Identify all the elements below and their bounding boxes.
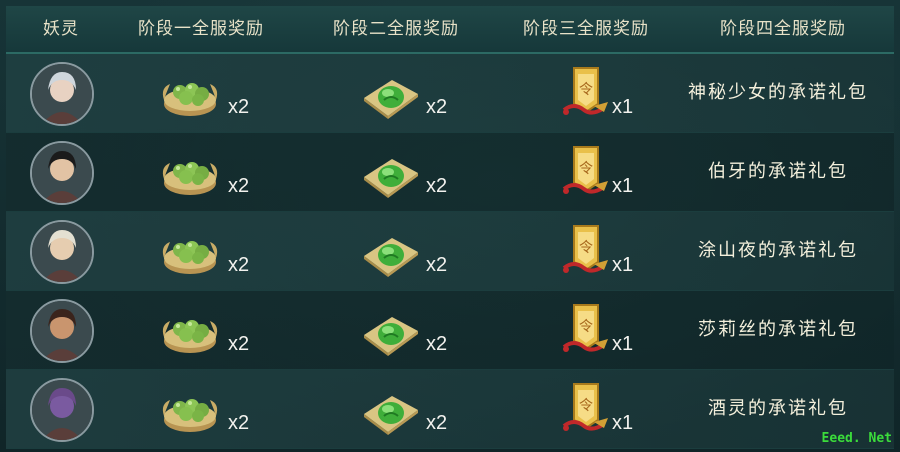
- stage3-quantity: x1: [612, 333, 634, 355]
- stage4-gift-name: 伯牙的承诺礼包: [708, 161, 848, 182]
- green-jade-plate-icon: [364, 396, 418, 435]
- green-dumplings-basket-icon: [162, 399, 218, 432]
- stage1-quantity: x2: [228, 333, 250, 355]
- stage2-reward[interactable]: [358, 143, 422, 203]
- green-jade-plate-icon: [364, 80, 418, 119]
- svg-text:令: 令: [579, 240, 593, 256]
- header-stage4: 阶段四全服奖励: [720, 19, 846, 39]
- stage3-quantity: x1: [612, 412, 634, 434]
- stage3-reward[interactable]: 令: [554, 380, 618, 440]
- stage2-reward[interactable]: [358, 380, 422, 440]
- stage2-quantity: x2: [426, 412, 448, 434]
- watermark: Eeed. Net: [821, 431, 892, 446]
- stage3-quantity: x1: [612, 254, 634, 276]
- golden-token-icon: 令: [562, 146, 608, 194]
- stage1-quantity: x2: [228, 175, 250, 197]
- table-row: x2 x2 令 x1 涂山夜的承诺礼包: [6, 212, 894, 291]
- avatar[interactable]: [30, 62, 94, 126]
- stage2-reward[interactable]: [358, 301, 422, 361]
- avatar[interactable]: [30, 378, 94, 442]
- stage3-reward[interactable]: 令: [554, 301, 618, 361]
- stage3-reward[interactable]: 令: [554, 143, 618, 203]
- stage2-quantity: x2: [426, 254, 448, 276]
- stage1-quantity: x2: [228, 254, 250, 276]
- stage2-quantity: x2: [426, 96, 448, 118]
- stage2-reward[interactable]: [358, 64, 422, 124]
- stage4-gift-name: 莎莉丝的承诺礼包: [698, 319, 858, 340]
- black-hair-man-avatar: [32, 143, 92, 203]
- reward-table: 妖灵 阶段一全服奖励 阶段二全服奖励 阶段三全服奖励 阶段四全服奖励 x2 x2…: [0, 0, 900, 452]
- green-jade-plate-icon: [364, 159, 418, 198]
- table-header: 妖灵 阶段一全服奖励 阶段二全服奖励 阶段三全服奖励 阶段四全服奖励: [6, 6, 894, 54]
- header-spirit: 妖灵: [43, 19, 79, 39]
- golden-token-icon: 令: [562, 304, 608, 352]
- svg-text:令: 令: [579, 398, 593, 414]
- header-stage1: 阶段一全服奖励: [138, 19, 264, 39]
- avatar[interactable]: [30, 141, 94, 205]
- stage4-gift-name: 涂山夜的承诺礼包: [698, 240, 858, 261]
- green-jade-plate-icon: [364, 238, 418, 277]
- stage1-quantity: x2: [228, 412, 250, 434]
- stage1-reward[interactable]: [158, 380, 222, 440]
- table-row: x2 x2 令 x1 酒灵的承诺礼包: [6, 370, 894, 449]
- header-stage2: 阶段二全服奖励: [333, 19, 459, 39]
- green-dumplings-basket-icon: [162, 241, 218, 274]
- stage1-reward[interactable]: [158, 301, 222, 361]
- stage1-reward[interactable]: [158, 222, 222, 282]
- stage1-reward[interactable]: [158, 143, 222, 203]
- svg-text:令: 令: [579, 161, 593, 177]
- table-row: x2 x2 令 x1 神秘少女的承诺礼包: [6, 54, 894, 133]
- stage1-reward[interactable]: [158, 64, 222, 124]
- stage2-quantity: x2: [426, 175, 448, 197]
- table-row: x2 x2 令 x1 莎莉丝的承诺礼包: [6, 291, 894, 370]
- stage2-quantity: x2: [426, 333, 448, 355]
- dark-hair-woman-avatar: [32, 301, 92, 361]
- table-row: x2 x2 令 x1 伯牙的承诺礼包: [6, 133, 894, 212]
- silver-hair-girl-avatar: [32, 64, 92, 124]
- header-stage3: 阶段三全服奖励: [523, 19, 649, 39]
- avatar[interactable]: [30, 299, 94, 363]
- stage1-quantity: x2: [228, 96, 250, 118]
- stage4-gift-name: 神秘少女的承诺礼包: [688, 82, 868, 103]
- green-dumplings-basket-icon: [162, 83, 218, 116]
- green-jade-plate-icon: [364, 317, 418, 356]
- stage3-quantity: x1: [612, 175, 634, 197]
- stage2-reward[interactable]: [358, 222, 422, 282]
- svg-text:令: 令: [579, 319, 593, 335]
- golden-token-icon: 令: [562, 225, 608, 273]
- green-dumplings-basket-icon: [162, 162, 218, 195]
- stage3-reward[interactable]: 令: [554, 222, 618, 282]
- white-hair-man-avatar: [32, 222, 92, 282]
- svg-text:令: 令: [579, 82, 593, 98]
- golden-token-icon: 令: [562, 67, 608, 115]
- stage3-quantity: x1: [612, 96, 634, 118]
- golden-token-icon: 令: [562, 383, 608, 431]
- avatar[interactable]: [30, 220, 94, 284]
- stage3-reward[interactable]: 令: [554, 64, 618, 124]
- green-dumplings-basket-icon: [162, 320, 218, 353]
- wine-jar-avatar: [32, 380, 92, 440]
